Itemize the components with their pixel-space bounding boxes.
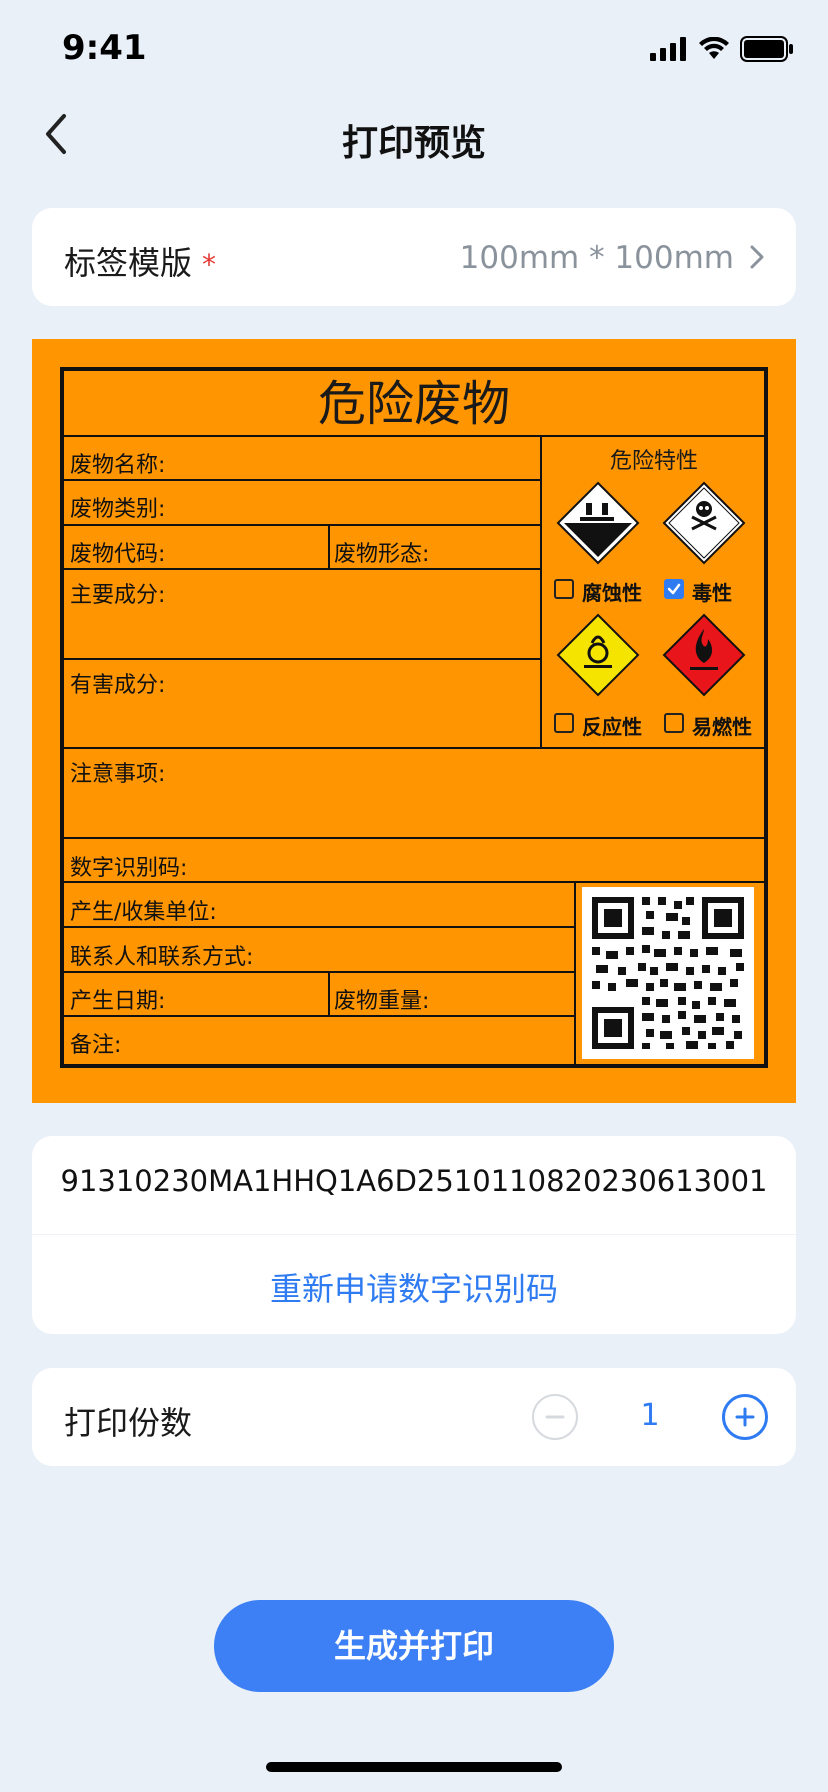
hazard-checkbox-flammable[interactable] bbox=[664, 713, 684, 733]
chevron-right-icon bbox=[750, 245, 764, 269]
field-waste-code: 废物代码: bbox=[70, 542, 166, 567]
generate-and-print-button[interactable]: 生成并打印 bbox=[214, 1600, 614, 1692]
hazardous-waste-label: 危险废物 废物名称: 废物类别: 废物代码: 废物形态: 主要成分: 有害成分:… bbox=[60, 367, 768, 1068]
hazard-title: 危险特性 bbox=[609, 449, 698, 474]
increment-button[interactable] bbox=[722, 1394, 768, 1440]
label-title: 危险废物 bbox=[64, 371, 764, 437]
toxic-icon bbox=[662, 481, 746, 565]
decrement-button[interactable] bbox=[532, 1394, 578, 1440]
battery-icon bbox=[740, 36, 793, 62]
field-precautions: 注意事项: bbox=[70, 762, 166, 787]
flammable-icon bbox=[662, 613, 746, 697]
field-remarks: 备注: bbox=[70, 1033, 122, 1058]
field-waste-weight: 废物重量: bbox=[334, 989, 430, 1014]
field-waste-category: 废物类别: bbox=[70, 497, 166, 522]
hazard-checkbox-corrosive[interactable] bbox=[554, 579, 574, 599]
qr-code-icon bbox=[592, 897, 744, 1049]
status-time: 9:41 bbox=[62, 28, 147, 68]
template-label: 标签模版 * bbox=[64, 238, 216, 284]
status-icons bbox=[650, 36, 794, 62]
field-contact: 联系人和联系方式: bbox=[70, 945, 254, 970]
field-harmful-components: 有害成分: bbox=[70, 673, 166, 698]
required-mark: * bbox=[202, 248, 217, 281]
qr-code bbox=[582, 887, 754, 1059]
print-copies-value: 1 bbox=[640, 1398, 660, 1433]
cellular-signal-icon bbox=[650, 37, 686, 61]
hazard-label-reactivity: 反应性 bbox=[582, 715, 642, 739]
home-indicator bbox=[266, 1762, 562, 1772]
hazard-checkbox-toxic[interactable] bbox=[664, 579, 684, 599]
field-producer-unit: 产生/收集单位: bbox=[70, 900, 217, 925]
field-waste-form: 废物形态: bbox=[334, 542, 430, 567]
digital-id-value: 91310230MA1HHQ1A6D2510110820230613001 bbox=[60, 1164, 768, 1198]
label-preview: 危险废物 废物名称: 废物类别: 废物代码: 废物形态: 主要成分: 有害成分:… bbox=[32, 339, 796, 1103]
status-bar: 9:41 bbox=[0, 0, 828, 100]
field-production-date: 产生日期: bbox=[70, 989, 166, 1014]
print-copies-card: 打印份数 1 bbox=[32, 1368, 796, 1466]
check-icon bbox=[667, 583, 681, 595]
wifi-icon bbox=[699, 37, 729, 59]
plus-icon bbox=[735, 1407, 755, 1427]
reapply-digital-id-button[interactable]: 重新申请数字识别码 bbox=[32, 1264, 796, 1310]
template-value: 100mm * 100mm bbox=[459, 240, 734, 276]
reactivity-icon bbox=[556, 613, 640, 697]
corrosive-icon bbox=[556, 481, 640, 565]
template-label-text: 标签模版 bbox=[64, 244, 193, 282]
print-copies-label: 打印份数 bbox=[64, 1404, 193, 1442]
hazard-label-flammable: 易燃性 bbox=[692, 715, 752, 739]
field-main-components: 主要成分: bbox=[70, 583, 166, 608]
divider bbox=[32, 1234, 796, 1235]
page-title: 打印预览 bbox=[341, 123, 486, 164]
nav-bar: 打印预览 bbox=[0, 100, 828, 170]
hazard-label-toxic: 毒性 bbox=[692, 581, 732, 605]
minus-icon bbox=[545, 1415, 565, 1419]
hazard-label-corrosive: 腐蚀性 bbox=[582, 581, 642, 605]
field-waste-name: 废物名称: bbox=[70, 453, 166, 478]
field-digital-id: 数字识别码: bbox=[70, 856, 188, 881]
hazard-checkbox-reactivity[interactable] bbox=[554, 713, 574, 733]
digital-id-card: 91310230MA1HHQ1A6D2510110820230613001 重新… bbox=[32, 1136, 796, 1334]
template-selector[interactable]: 标签模版 * 100mm * 100mm bbox=[32, 208, 796, 306]
